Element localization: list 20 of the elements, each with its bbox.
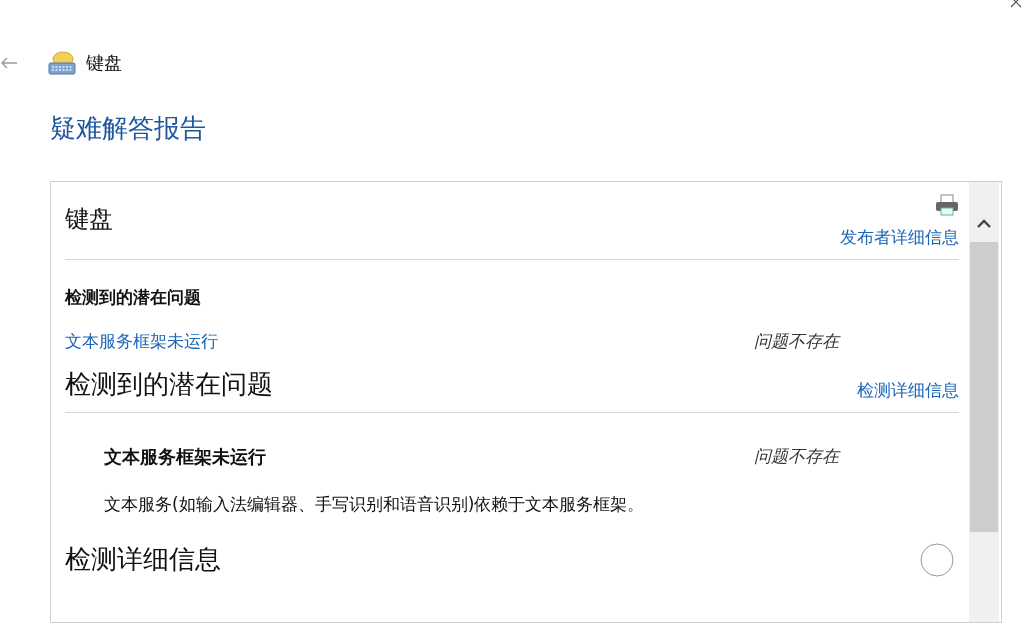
issue-status: 问题不存在: [754, 445, 839, 468]
section-heading: 检测到的潜在问题: [65, 286, 202, 309]
issue-name: 文本服务框架未运行: [104, 445, 267, 469]
report-title: 键盘: [65, 204, 113, 235]
scroll-up-icon[interactable]: [976, 218, 992, 228]
back-arrow-icon[interactable]: [0, 56, 18, 70]
page-heading: 疑难解答报告: [50, 112, 207, 145]
issue-status: 问题不存在: [754, 329, 839, 353]
scrollbar-thumb[interactable]: [970, 242, 998, 532]
publisher-details-link[interactable]: 发布者详细信息: [840, 226, 959, 249]
keyboard-icon: [48, 50, 76, 76]
scrollbar[interactable]: [969, 182, 999, 622]
window-title: 键盘: [86, 51, 122, 75]
section-heading: 检测到的潜在问题: [65, 368, 273, 401]
issue-link[interactable]: 文本服务框架未运行: [65, 329, 754, 353]
expand-icon[interactable]: [920, 542, 954, 577]
section-heading: 检测详细信息: [65, 543, 221, 576]
detection-details-link[interactable]: 检测详细信息: [857, 379, 959, 402]
issue-description: 文本服务(如输入法编辑器、手写识别和语音识别)依赖于文本服务框架。: [104, 493, 646, 516]
printer-icon[interactable]: [935, 194, 959, 216]
